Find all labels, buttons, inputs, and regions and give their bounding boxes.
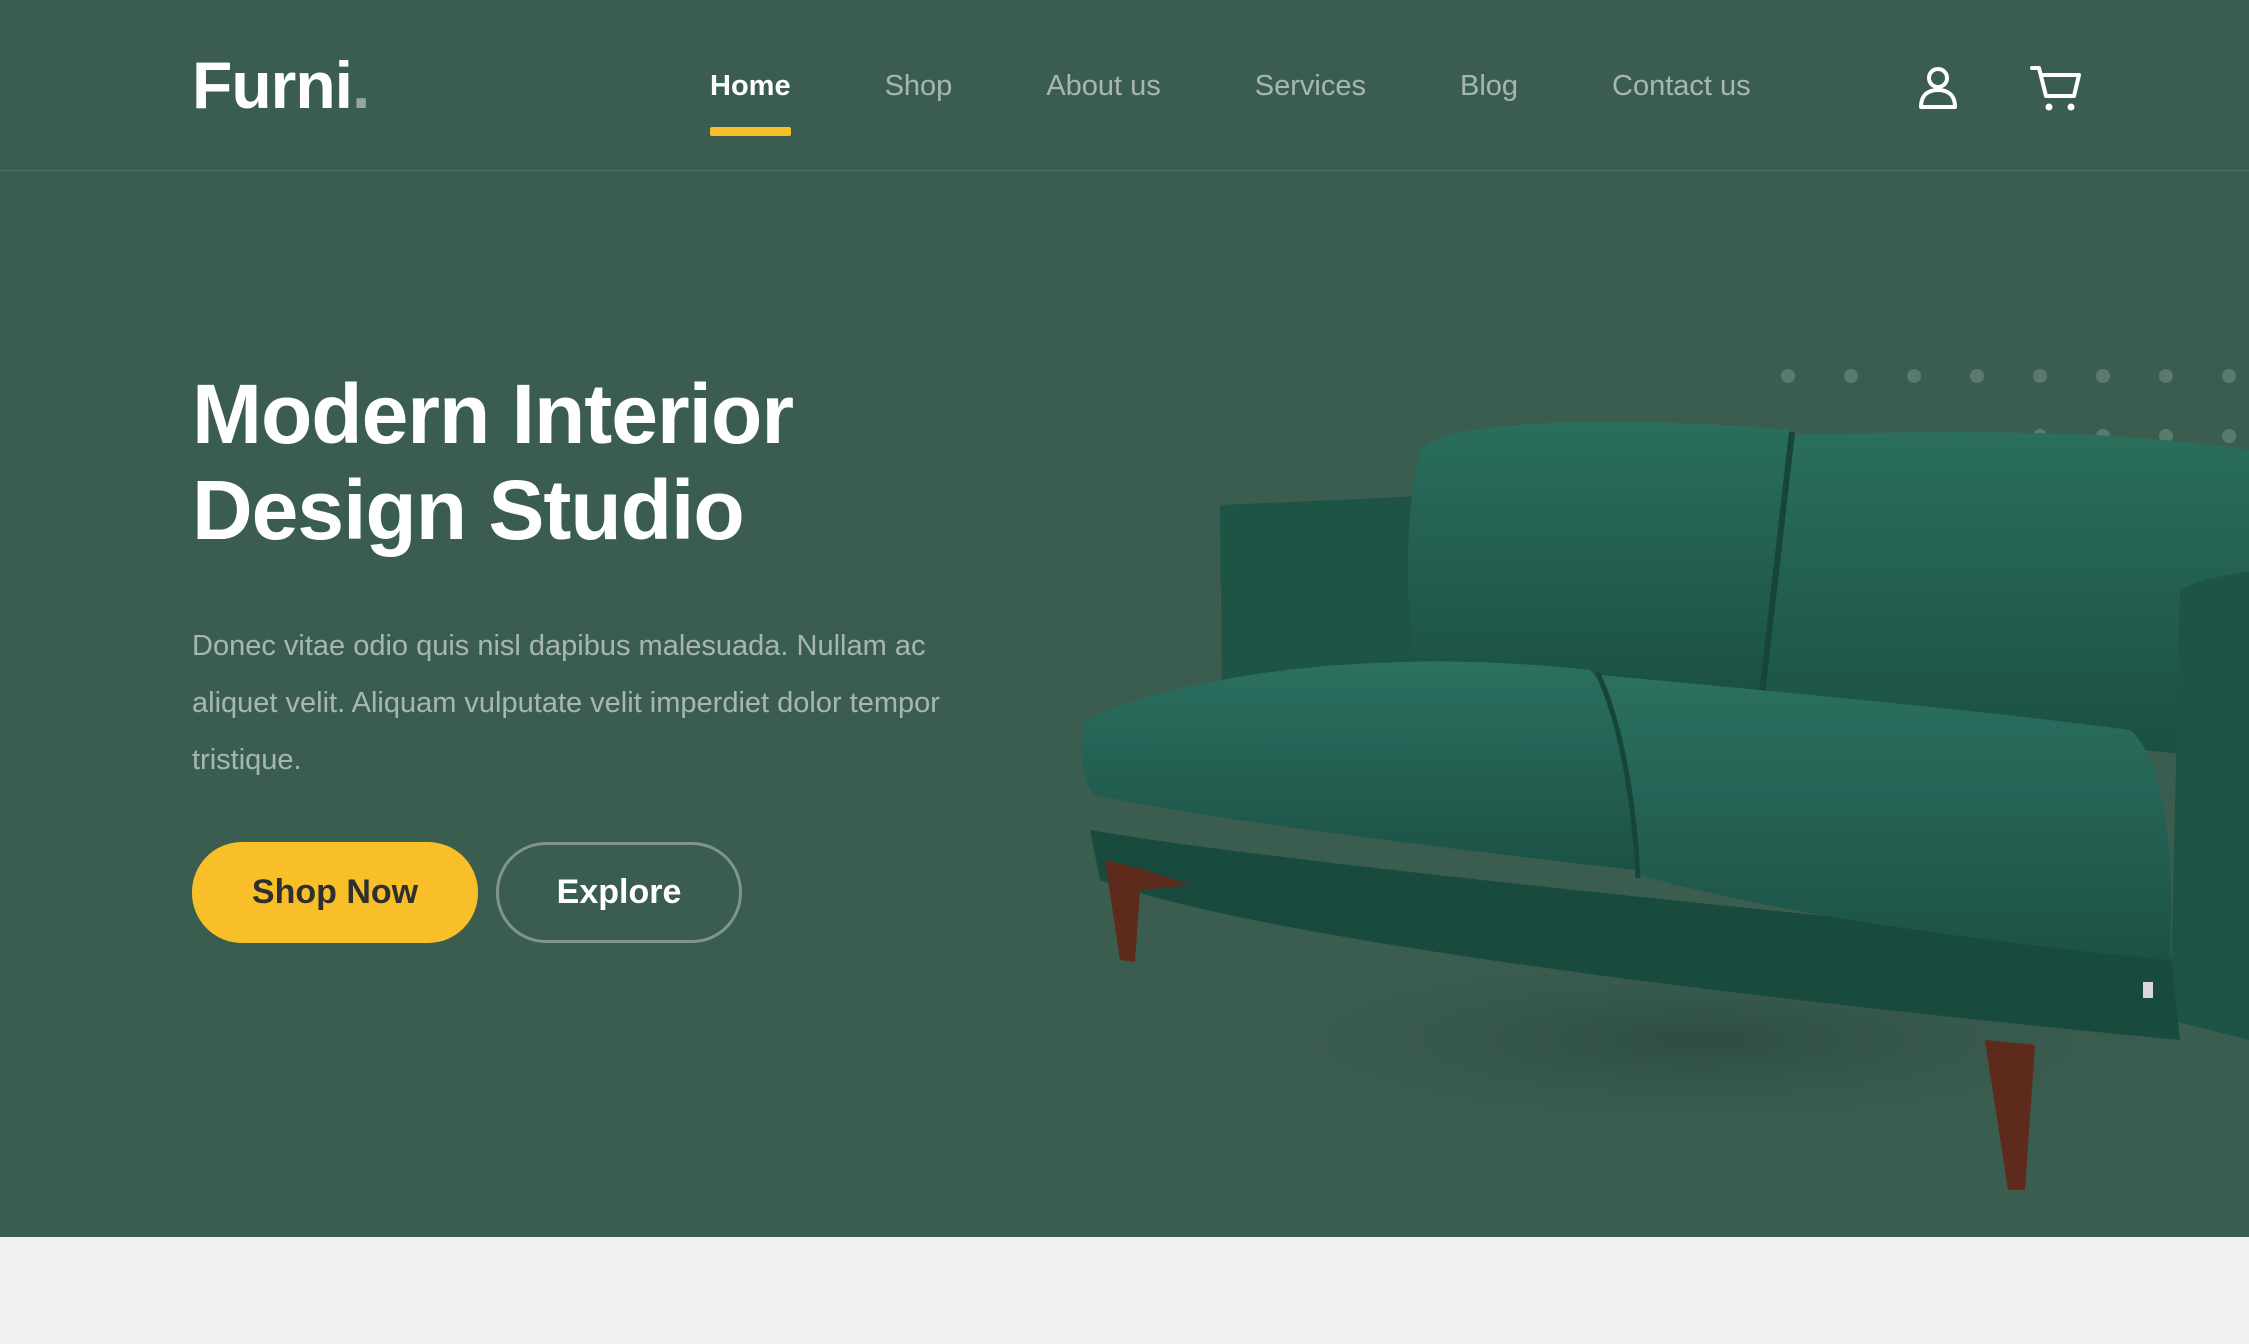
hero-section: Furni. Home Shop About us Services Blog … [0,0,2249,1237]
nav-link-label: About us [1046,69,1161,102]
nav-link-label: Contact us [1612,69,1751,102]
hero-description: Donec vitae odio quis nisl dapibus males… [192,630,940,776]
cart-icon[interactable] [2026,58,2086,118]
nav-link-contact[interactable]: Contact us [1612,66,1751,106]
nav-link-shop[interactable]: Shop [885,66,953,106]
explore-button[interactable]: Explore [496,842,742,943]
shop-now-button[interactable]: Shop Now [192,842,478,943]
hero-title: Modern Interior Design Studio [192,366,794,558]
nav-link-label: Services [1254,69,1366,102]
main-nav: Home Shop About us Services Blog Contact… [710,0,1751,171]
brand-name: Furni [192,48,353,122]
nav-link-label: Shop [884,69,953,102]
nav-link-blog[interactable]: Blog [1460,66,1518,106]
nav-link-label: Home [710,69,791,102]
sofa-image [1081,421,2249,1190]
nav-link-about[interactable]: About us [1046,66,1160,106]
user-icon[interactable] [1908,58,1968,118]
active-underline [710,126,791,136]
nav-link-label: Blog [1460,69,1519,102]
nav-link-home[interactable]: Home [710,66,791,136]
hero-title-line-2: Design Studio [192,463,745,557]
brand-logo[interactable]: Furni. [192,40,370,130]
brand-dot: . [351,48,370,122]
navbar: Furni. Home Shop About us Services Blog … [0,0,2249,171]
nav-link-services[interactable]: Services [1255,66,1366,106]
hero-title-line-1: Modern Interior [192,367,794,461]
